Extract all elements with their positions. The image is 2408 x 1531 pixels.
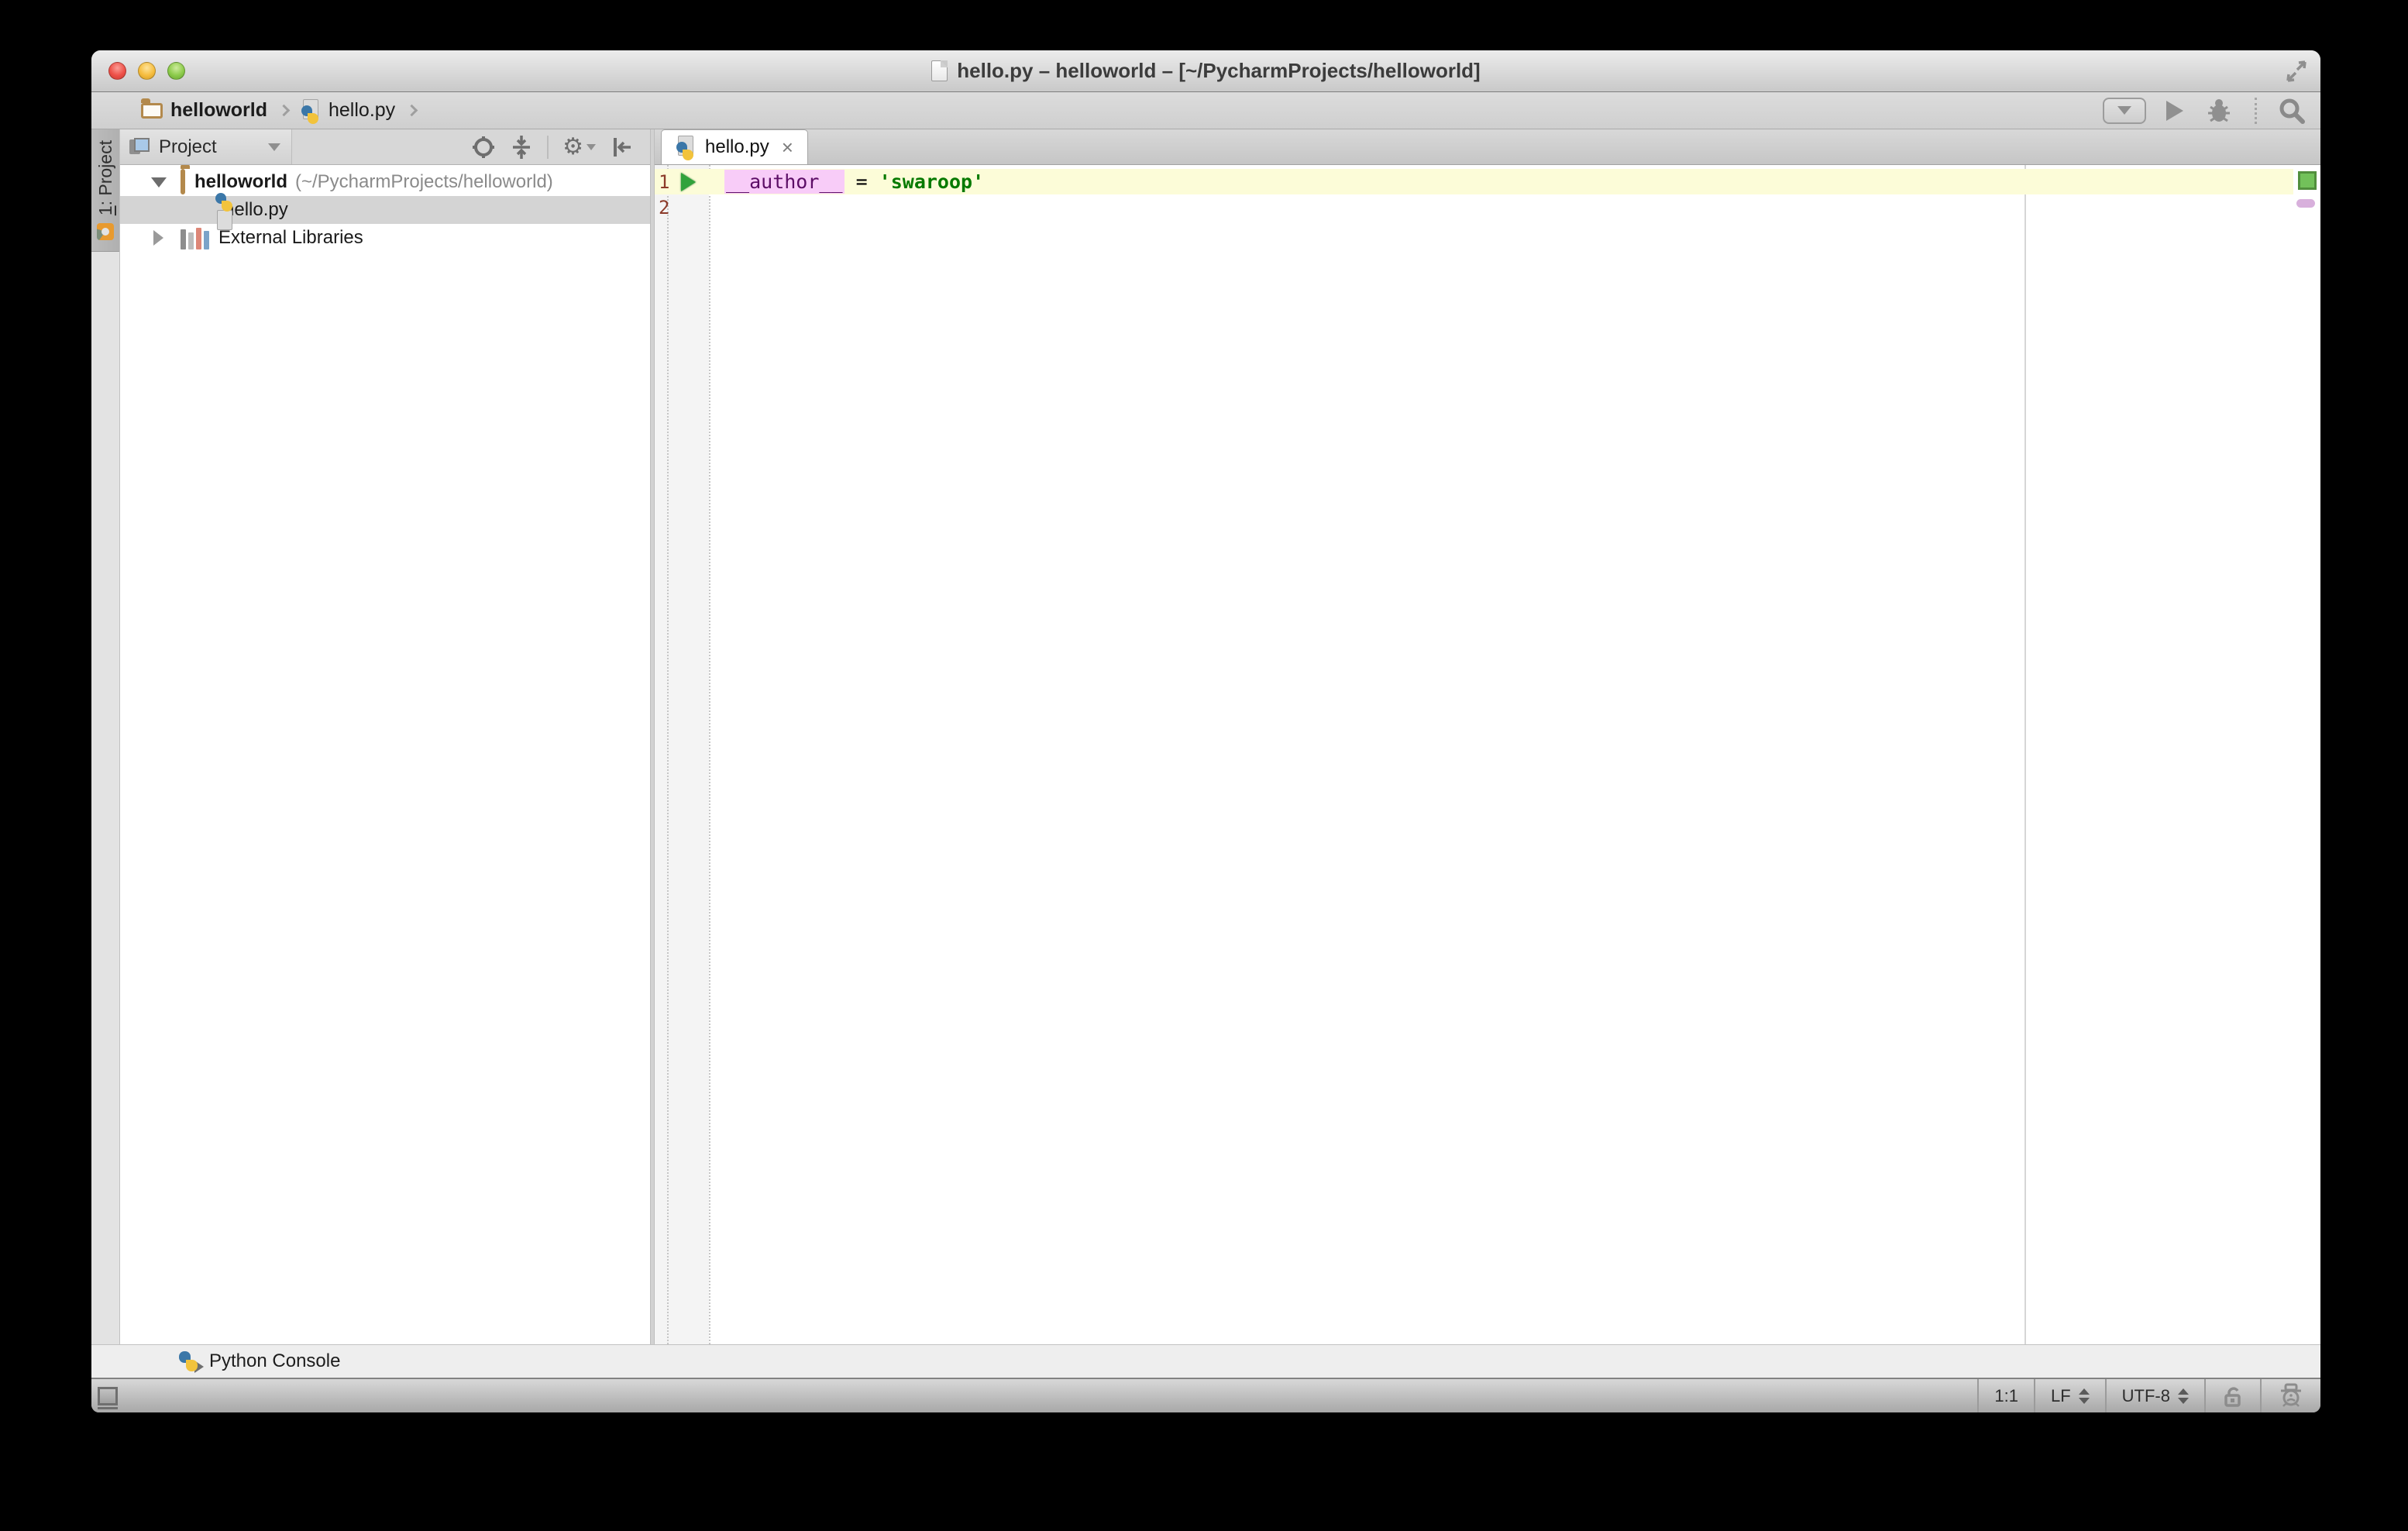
tab-shortcut-number: 1 xyxy=(95,205,115,215)
token-dunder: __author__ xyxy=(724,170,845,194)
toolbar-separator xyxy=(2255,98,2257,124)
code-line-2: 2 xyxy=(655,194,2293,220)
line-separator-widget[interactable]: LF xyxy=(2034,1379,2105,1412)
title-bar: hello.py – helloworld – [~/PycharmProjec… xyxy=(91,50,2320,92)
traffic-lights xyxy=(108,50,185,91)
sort-arrows-icon xyxy=(2079,1388,2090,1404)
breadcrumb: helloworld hello.py xyxy=(141,99,419,122)
readonly-toggle-widget[interactable] xyxy=(2204,1379,2260,1412)
close-tab-icon[interactable]: × xyxy=(782,137,793,157)
collapse-caret-icon[interactable] xyxy=(151,177,167,188)
debug-button[interactable] xyxy=(2203,97,2234,125)
chevron-right-icon xyxy=(406,105,418,117)
project-view-icon xyxy=(129,138,150,157)
breadcrumb-project[interactable]: helloworld xyxy=(141,99,267,122)
window-title-group: hello.py – helloworld – [~/PycharmProjec… xyxy=(931,59,1480,83)
inspection-profile-widget[interactable] xyxy=(2260,1379,2320,1412)
toggle-toolwindow-bars-icon[interactable] xyxy=(98,1387,118,1405)
main-content: 1: Project Project xyxy=(91,129,2320,1344)
unlock-icon xyxy=(2221,1384,2245,1409)
chevron-down-icon xyxy=(2117,106,2131,115)
collapse-all-icon[interactable] xyxy=(510,135,533,160)
project-view-dropdown[interactable]: Project xyxy=(120,129,292,164)
run-config-dropdown[interactable] xyxy=(2103,98,2146,124)
tree-row-hello-py[interactable]: hello.py xyxy=(120,196,650,224)
fullscreen-icon[interactable] xyxy=(2283,60,2310,83)
python-console-icon xyxy=(178,1351,198,1371)
inspection-stripe xyxy=(2293,165,2320,1344)
left-tool-stripe: 1: Project xyxy=(91,129,120,1344)
project-panel-header: Project xyxy=(120,129,650,165)
window-title: hello.py – helloworld – [~/PycharmProjec… xyxy=(957,59,1480,83)
chevron-right-icon xyxy=(278,105,291,117)
project-panel-toolbar: ⚙ xyxy=(471,135,650,160)
chevron-down-icon xyxy=(268,143,280,151)
status-bar: 1:1 LF UTF-8 xyxy=(91,1378,2320,1412)
folder-icon xyxy=(141,103,163,119)
tool-stripe-tab-project[interactable]: 1: Project xyxy=(91,129,119,252)
run-line-marker-icon[interactable] xyxy=(681,173,696,191)
hector-inspector-icon xyxy=(2277,1383,2305,1409)
editor-tab-bar: hello.py × xyxy=(655,129,2320,165)
token-operator: = xyxy=(845,170,879,193)
hide-panel-icon[interactable] xyxy=(610,135,633,160)
search-everywhere-button[interactable] xyxy=(2277,96,2307,126)
pycharm-window: hello.py – helloworld – [~/PycharmProjec… xyxy=(91,50,2320,1412)
folder-icon xyxy=(181,169,185,194)
expand-caret-icon[interactable] xyxy=(153,230,163,246)
bottom-tool-bar: Python Console xyxy=(91,1344,2320,1378)
tab-label: : Project xyxy=(95,140,115,205)
python-file-icon xyxy=(301,99,321,122)
stripe-highlight-mark[interactable] xyxy=(2296,199,2315,208)
code-editor[interactable]: 1 __author__ = 'swaroop' 2 xyxy=(655,165,2320,1344)
tree-row-helloworld[interactable]: helloworld (~/PycharmProjects/helloworld… xyxy=(120,168,650,196)
navigation-bar: helloworld hello.py xyxy=(91,92,2320,129)
project-toolwindow-icon xyxy=(97,223,114,240)
tree-row-external-libraries[interactable]: External Libraries xyxy=(120,224,650,252)
line-number[interactable]: 1 xyxy=(655,171,667,193)
minimize-window-button[interactable] xyxy=(138,62,156,80)
project-tree: helloworld (~/PycharmProjects/helloworld… xyxy=(120,165,650,1344)
editor-gutter xyxy=(655,165,709,1344)
project-panel: Project xyxy=(120,129,650,1344)
sort-arrows-icon xyxy=(2178,1388,2189,1404)
breadcrumb-file[interactable]: hello.py xyxy=(301,99,395,122)
settings-gear-icon[interactable]: ⚙ xyxy=(562,136,596,159)
toolbar-separator xyxy=(547,136,549,159)
token-string: 'swaroop' xyxy=(879,170,984,193)
status-widgets: 1:1 LF UTF-8 xyxy=(1977,1379,2320,1412)
caret-position-widget[interactable]: 1:1 xyxy=(1977,1379,2034,1412)
libraries-icon xyxy=(181,226,209,249)
right-margin-guide xyxy=(2024,165,2026,1344)
line-number[interactable]: 2 xyxy=(655,197,667,218)
editor-column: hello.py × 1 __author__ = 'swaroop' 2 xyxy=(655,129,2320,1344)
python-console-button[interactable]: Python Console xyxy=(178,1350,340,1372)
editor-tab-hello-py[interactable]: hello.py × xyxy=(661,129,808,164)
document-icon xyxy=(931,60,948,81)
inspection-status-ok-icon[interactable] xyxy=(2298,171,2317,190)
encoding-widget[interactable]: UTF-8 xyxy=(2105,1379,2204,1412)
run-toolbar xyxy=(2103,96,2307,126)
close-window-button[interactable] xyxy=(108,62,126,80)
run-button[interactable] xyxy=(2166,101,2183,121)
zoom-window-button[interactable] xyxy=(167,62,185,80)
code-line-1: 1 __author__ = 'swaroop' xyxy=(655,169,2293,194)
scroll-from-source-icon[interactable] xyxy=(471,135,496,160)
python-file-icon xyxy=(676,136,696,159)
